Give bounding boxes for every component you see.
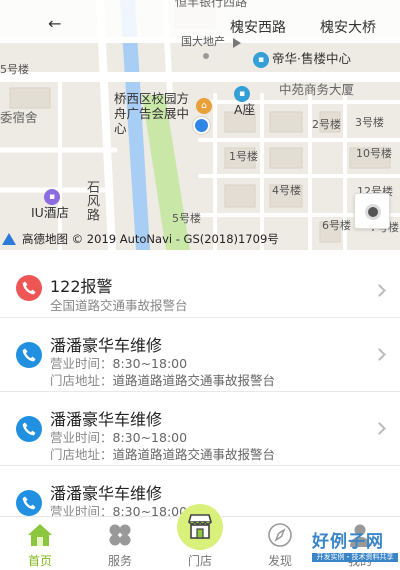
poi-guoda: 国大地产 [181,35,225,48]
poi-weisushe: 委宿舍 [0,110,38,125]
poi-a-zuo: A座 [234,102,256,117]
item-subtitle: 全国道路交通事故报警台 [50,298,188,313]
poi-hotel: IU酒店 [31,205,69,220]
home-icon [28,524,52,546]
hours-label: 营业时间： [50,356,113,371]
a-building-icon: ▪ [234,86,250,102]
label-5: 5号楼 [172,212,201,225]
address-value: 道路道路道路交通事故报警台 [112,447,276,462]
tab-store[interactable]: 门店 [160,504,240,570]
building-icon: ▪ [253,52,269,68]
tab-discover[interactable]: 发现 [240,517,320,570]
bottom-tab-bar: 首页 服务 门店 发现 我的 [0,504,400,570]
arrow-right-icon [233,38,241,48]
hours-value: 8:30~18:00 [112,430,188,445]
label-3: 3号楼 [355,116,384,129]
hours-label: 营业时间： [50,430,113,445]
locate-icon [365,204,381,220]
store-icon [187,514,213,539]
road-label-huaian: 槐安西路 [230,20,286,36]
map-view[interactable]: 恒丰银行西路 ← 槐安西路 槐安大桥 国大地产 ▪ 帝华·售楼中心 5号楼 中苑… [0,0,400,250]
list-item[interactable]: 122报警 全国道路交通事故报警台 [0,250,400,318]
road-label-shifeng: 石风路 [84,180,99,222]
address-label: 门店地址： [50,447,113,462]
attribution-text: 高德地图 © 2019 AutoNavi - GS(2018)1709号 [22,232,279,246]
list-item[interactable]: 潘潘豪华车维修 营业时间：8:30~18:00 门店地址：道路道路道路交通事故报… [0,392,400,466]
app-screen: 恒丰银行西路 ← 槐安西路 槐安大桥 国大地产 ▪ 帝华·售楼中心 5号楼 中苑… [0,0,400,570]
tab-label: 门店 [187,554,212,568]
phone-icon[interactable] [16,275,42,301]
chevron-right-icon [373,284,386,297]
map-attribution: 高德地图 © 2019 AutoNavi - GS(2018)1709号 [2,231,279,247]
tab-label: 发现 [267,554,292,568]
list-item[interactable]: 潘潘豪华车维修 营业时间：8:30~18:00 门店地址：道路道路道路交通事故报… [0,318,400,392]
tab-label: 首页 [27,554,52,568]
store-list: 122报警 全国道路交通事故报警台 潘潘豪华车维修 营业时间：8:30~18:0… [0,250,400,516]
user-icon [350,524,370,547]
road-label-top: 恒丰银行西路 [175,0,248,9]
phone-icon[interactable] [16,490,42,516]
label-2: 2号楼 [312,118,341,131]
item-title: 122报警 [50,277,113,296]
amap-logo-icon [2,233,16,245]
item-address: 门店地址：道路道路道路交通事故报警台 [50,444,275,463]
hotel-icon: ▪ [44,189,60,205]
item-hours: 营业时间：8:30~18:00 [50,501,187,516]
tab-service[interactable]: 服务 [80,517,160,570]
back-arrow-icon[interactable]: ← [48,14,70,34]
map-top-bar: 恒丰银行西路 ← 槐安西路 槐安大桥 [0,0,400,40]
grid-icon [109,524,131,546]
current-location-marker [193,117,210,134]
address-label: 门店地址： [50,373,113,388]
label-6: 6号楼 [322,219,351,232]
landmark-icon: ⌂ [196,98,212,114]
label-4: 4号楼 [272,184,301,197]
locate-button[interactable] [354,193,390,229]
poi-zhongyuan: 中苑商务大厦 [279,82,355,97]
chevron-right-icon [373,422,386,435]
hours-value: 8:30~18:00 [112,504,188,516]
poi-dihua: 帝华·售楼中心 [272,51,351,66]
poi-marker-icon [203,53,209,59]
tab-label: 服务 [107,554,132,568]
compass-icon [268,523,292,547]
phone-icon[interactable] [16,416,42,442]
tab-home[interactable]: 首页 [0,517,80,570]
store-icon-circle [177,504,223,550]
phone-icon[interactable] [16,342,42,368]
label-10: 10号楼 [356,147,392,160]
hours-value: 8:30~18:00 [112,356,188,371]
address-value: 道路道路道路交通事故报警台 [112,373,276,388]
label-5-top: 5号楼 [0,63,29,76]
label-1: 1号楼 [229,150,258,163]
tab-label: 我的 [347,554,372,568]
road-label-bridge: 槐安大桥 [320,20,376,36]
poi-qiaoxi: 桥西区校园方舟广告会展中心 [114,91,190,136]
chevron-right-icon [373,348,386,361]
item-address: 门店地址：道路道路道路交通事故报警台 [50,370,275,389]
tab-mine[interactable]: 我的 [320,517,400,570]
hours-label: 营业时间： [50,504,113,516]
